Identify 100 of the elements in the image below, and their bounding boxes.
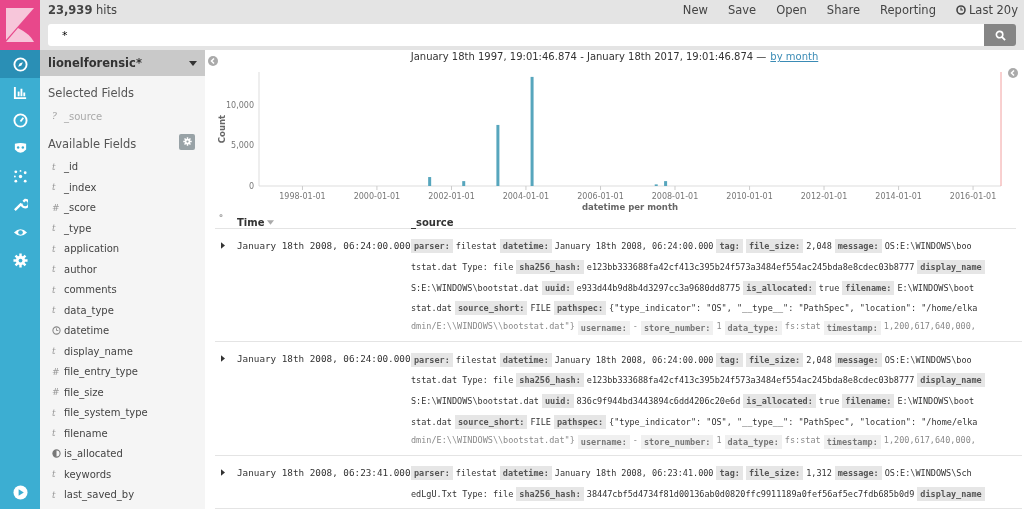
- clock-icon[interactable]: [955, 5, 966, 15]
- field-name[interactable]: file_size: [64, 386, 104, 398]
- y-tick-label: 5,000: [231, 141, 254, 151]
- collapse-left-icon[interactable]: [208, 56, 218, 66]
- field-type-glyph: t: [52, 489, 57, 500]
- field-key: datetime:: [499, 239, 552, 254]
- field-key: username:: [577, 321, 630, 336]
- time-picker-link[interactable]: Last 20y: [955, 3, 1018, 17]
- x-tick-label: 2012-01-01: [800, 192, 848, 201]
- field-name[interactable]: author: [64, 263, 97, 275]
- field-key: pathspec:: [553, 414, 607, 429]
- compass-icon[interactable]: [0, 50, 40, 78]
- y-axis: 0 5,000 10,000: [226, 71, 260, 191]
- field-name[interactable]: keywords: [64, 468, 112, 480]
- x-tick-label: 2016-01-01: [949, 192, 997, 201]
- field-name[interactable]: data_type: [64, 304, 114, 316]
- field-key: display_name: [917, 259, 985, 274]
- histogram-bar[interactable]: [664, 181, 668, 186]
- field-key: timestamp:: [823, 434, 881, 449]
- field-key: parser:: [411, 239, 453, 254]
- expand-icon[interactable]: [221, 355, 225, 363]
- expand-icon[interactable]: [221, 242, 225, 250]
- y-tick-label: 0: [248, 182, 254, 191]
- caret-icon[interactable]: [189, 60, 197, 66]
- field-key: timestamp:: [823, 321, 881, 336]
- histogram-bar[interactable]: [462, 181, 466, 186]
- section-title: Selected Fields: [47, 85, 136, 102]
- field-key: parser:: [411, 466, 453, 481]
- collapse-right-icon[interactable]: [1008, 68, 1018, 78]
- histogram-bar[interactable]: [496, 124, 500, 186]
- menu-link[interactable]: Share: [826, 3, 861, 17]
- column-header[interactable]: Time: [237, 217, 265, 229]
- search-icon[interactable]: [994, 29, 1006, 41]
- field-key: tag:: [716, 466, 743, 481]
- menu-link[interactable]: Reporting: [880, 3, 936, 17]
- field-value: edLgU.Txt Type: file: [411, 488, 514, 499]
- sort-icon[interactable]: [267, 220, 275, 226]
- field-key: store_number:: [640, 321, 714, 336]
- field-type-glyph: t: [52, 284, 57, 295]
- field-type-glyph: #: [52, 387, 61, 398]
- field-name[interactable]: is_allocated: [64, 448, 123, 460]
- interval-link[interactable]: by month: [770, 51, 819, 62]
- field-name[interactable]: filename: [64, 427, 108, 439]
- field-type-glyph: t: [52, 264, 57, 275]
- field-key: filename:: [842, 393, 895, 408]
- x-tick-label: 2000-01-01: [353, 192, 401, 201]
- x-tick-label: 2008-01-01: [651, 192, 699, 201]
- menu-link[interactable]: New: [682, 3, 708, 17]
- time-cell: January 18th 2008, 06:24:00.000: [237, 353, 411, 365]
- settings-button[interactable]: [179, 133, 195, 150]
- menu-link[interactable]: Open: [776, 3, 807, 17]
- field-value: E:\WINDOWS\boot: [897, 395, 975, 406]
- field-type-glyph: t: [52, 161, 57, 172]
- field-value: tstat.dat Type: file: [411, 261, 514, 272]
- histogram-bar[interactable]: [530, 76, 534, 186]
- field-key: message:: [834, 352, 882, 367]
- field-value: 1,200,617,640,000,: [883, 434, 976, 445]
- field-type-glyph: t: [52, 469, 57, 480]
- field-name[interactable]: file_entry_type: [64, 366, 138, 378]
- x-tick-label: 2002-01-01: [428, 192, 475, 201]
- index-pattern-selector[interactable]: lionelforensic*: [40, 50, 205, 76]
- field-key: filename:: [842, 280, 895, 295]
- field-value: e123bb333688fa42cf413c395b24f573a3484ef554ac245bda8e8cdec03b8777: [586, 261, 915, 272]
- menu-link[interactable]: Save: [727, 3, 757, 17]
- column-header[interactable]: _source: [411, 217, 454, 229]
- field-value: 1,312: [806, 468, 832, 479]
- field-name[interactable]: last_saved_by: [64, 489, 135, 501]
- gear-icon[interactable]: [182, 137, 192, 146]
- field-key: is_allocated:: [743, 280, 816, 295]
- field-name[interactable]: _score: [64, 202, 96, 214]
- field-value: FILE: [530, 303, 551, 314]
- field-name[interactable]: application: [64, 243, 120, 255]
- field-name[interactable]: datetime: [64, 325, 110, 337]
- field-value: e933d44b9d8b4d3297cc3a9680dd8775: [576, 282, 741, 293]
- field-key: parser:: [411, 352, 453, 367]
- x-tick-label: 2014-01-01: [875, 192, 922, 201]
- field-key: data_type:: [724, 434, 782, 449]
- field-value: e123bb333688fa42cf413c395b24f573a3484ef554ac245bda8e8cdec03b8777: [586, 375, 915, 386]
- field-key: username:: [577, 434, 630, 449]
- field-name[interactable]: display_name: [64, 345, 133, 357]
- x-tick-label: 2010-01-01: [726, 192, 773, 201]
- field-name[interactable]: _index: [64, 181, 97, 193]
- field-value: {"type_indicator": "OS", "__type__": "PathSpec", "location": "/home/elka: [609, 303, 978, 314]
- search-button[interactable]: [984, 24, 1016, 46]
- field-type-glyph: #: [52, 366, 61, 377]
- field-value: January 18th 2008, 06:24:00.000: [554, 241, 714, 252]
- field-type-glyph: t: [52, 223, 57, 234]
- kibana-logo[interactable]: [0, 0, 40, 50]
- field-name[interactable]: _id: [64, 161, 79, 173]
- field-name[interactable]: file_system_type: [64, 407, 148, 419]
- expand-icon[interactable]: [221, 468, 225, 476]
- time-cell: January 18th 2008, 06:23:41.000: [237, 466, 411, 478]
- field-name[interactable]: _type: [64, 222, 92, 234]
- field-value: 1: [716, 321, 722, 332]
- field-value: January 18th 2008, 06:24:00.000: [554, 354, 714, 365]
- search-field[interactable]: *: [48, 24, 984, 46]
- field-key: sha256_hash:: [516, 486, 584, 501]
- histogram-bar[interactable]: [428, 177, 432, 186]
- field-value: 2,048: [806, 241, 832, 252]
- field-name[interactable]: comments: [64, 284, 117, 296]
